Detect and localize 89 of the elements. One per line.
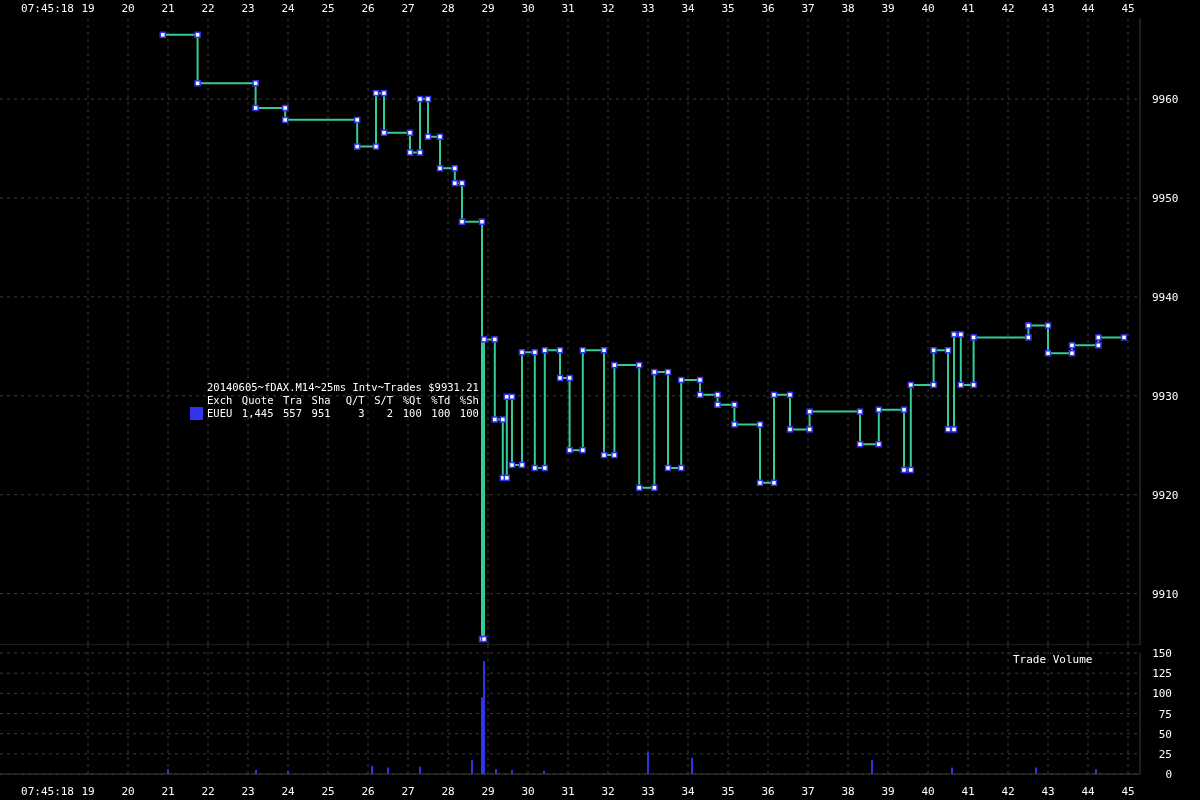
- axis-tick-label: 22: [201, 2, 215, 15]
- legend-column-header: Q/T: [344, 394, 365, 407]
- axis-tick-label: 40: [921, 785, 935, 798]
- axis-tick-label: 19: [81, 2, 95, 15]
- axis-tick-label: 32: [601, 2, 615, 15]
- axis-tick-label: 9960: [1152, 93, 1179, 107]
- axis-tick-label: 31: [561, 2, 575, 15]
- axis-tick-label: 42: [1001, 785, 1015, 798]
- axis-tick-label: 30: [521, 2, 535, 15]
- legend-column-header: S/T: [373, 394, 394, 407]
- axis-tick-label: 34: [681, 785, 695, 798]
- axis-tick-label: 75: [1158, 707, 1172, 721]
- legend-column-header: Quote: [241, 394, 275, 407]
- axis-tick-label: 38: [841, 2, 855, 15]
- legend-column-header: Tra: [283, 394, 303, 407]
- axis-tick-label: 9910: [1152, 587, 1179, 601]
- legend-cell-text: 2: [385, 407, 394, 420]
- axis-tick-label: 33: [641, 785, 655, 798]
- legend-title: 20140605~fDAX.M14~25ms Intv~Trades $9931.21: [207, 381, 479, 394]
- axis-tick-label: 44: [1081, 2, 1095, 15]
- axis-tick-label: 29: [481, 785, 495, 798]
- axis-tick-label: 35: [721, 2, 735, 15]
- legend-column-header: Exch: [207, 394, 234, 407]
- legend-cell-text: EUEU: [207, 407, 234, 420]
- axis-tick-label: 100: [1152, 687, 1172, 701]
- legend-cell-text: 1,445: [241, 407, 275, 420]
- axis-tick-label: 20: [121, 785, 135, 798]
- axis-tick-label: 39: [881, 2, 895, 15]
- axis-tick-label: 25: [1158, 747, 1172, 761]
- legend-column-header: %Qt: [401, 394, 422, 407]
- axis-tick-label: 27: [401, 2, 415, 15]
- axis-tick-label: 31: [561, 785, 575, 798]
- time-label: 07:45:18: [21, 2, 74, 15]
- axis-tick-label: 37: [801, 785, 815, 798]
- axis-tick-label: 22: [201, 785, 215, 798]
- legend-cell-text: 100: [430, 407, 451, 420]
- axis-tick-label: 36: [761, 2, 775, 15]
- legend-cell-text: 100: [458, 407, 479, 420]
- axis-tick-label: 26: [361, 785, 375, 798]
- axis-tick-label: 23: [241, 785, 255, 798]
- axis-tick-label: 41: [961, 785, 975, 798]
- axis-tick-label: 19: [81, 785, 95, 798]
- axis-tick-label: 36: [761, 785, 775, 798]
- legend-column-header: %Td: [430, 394, 451, 407]
- axis-tick-label: 29: [481, 2, 495, 15]
- axis-tick-label: 41: [961, 2, 975, 15]
- axis-tick-label: 21: [161, 2, 175, 15]
- legend-cell-text: 100: [401, 407, 422, 420]
- axis-tick-label: 0: [1165, 768, 1172, 781]
- axis-tick-label: 35: [721, 785, 735, 798]
- axis-tick-label: 45: [1121, 2, 1135, 15]
- axis-tick-label: 9940: [1152, 290, 1179, 304]
- axis-tick-label: 38: [841, 785, 855, 798]
- axis-tick-label: 28: [441, 2, 455, 15]
- axis-tick-label: 125: [1152, 667, 1172, 681]
- axis-tick-label: 43: [1041, 785, 1055, 798]
- axis-tick-label: 43: [1041, 2, 1055, 15]
- axis-tick-label: 24: [281, 785, 295, 798]
- axis-tick-label: 27: [401, 785, 415, 798]
- legend-column-header: Sha: [311, 394, 332, 407]
- axis-tick-label: 25: [321, 2, 335, 15]
- axis-tick-label: 39: [881, 785, 895, 798]
- axis-tick-label: 24: [281, 2, 295, 15]
- axis-tick-label: 26: [361, 2, 375, 15]
- axis-tick-label: 34: [681, 2, 695, 15]
- axis-tick-label: 9920: [1152, 488, 1179, 502]
- time-label: 07:45:18: [21, 785, 74, 798]
- axis-tick-label: 50: [1158, 727, 1172, 741]
- axis-tick-label: 9930: [1152, 389, 1179, 403]
- axis-tick-label: 45: [1121, 785, 1135, 798]
- axis-tick-label: 44: [1081, 785, 1095, 798]
- legend-cell-text: 3: [357, 407, 365, 420]
- legend-cell-text: 951: [311, 407, 332, 420]
- legend-cell-text: 557: [283, 407, 303, 420]
- axis-tick-label: 37: [801, 2, 815, 15]
- axis-tick-label: 9950: [1152, 192, 1179, 205]
- axis-tick-label: 20: [121, 2, 135, 15]
- axis-tick-label: 150: [1152, 647, 1172, 660]
- axis-tick-label: 33: [641, 2, 655, 15]
- axis-tick-label: 23: [241, 2, 255, 15]
- legend-column-header: %Sh: [458, 394, 479, 407]
- axis-tick-label: 28: [441, 785, 455, 798]
- axis-tick-label: 25: [321, 785, 335, 798]
- chart-title: Trade Volume: [1013, 653, 1093, 666]
- axis-tick-label: 30: [521, 785, 535, 798]
- axis-tick-label: 32: [601, 785, 615, 798]
- axis-tick-label: 40: [921, 2, 935, 15]
- axis-tick-label: 21: [161, 785, 175, 798]
- axis-tick-label: 42: [1001, 2, 1015, 15]
